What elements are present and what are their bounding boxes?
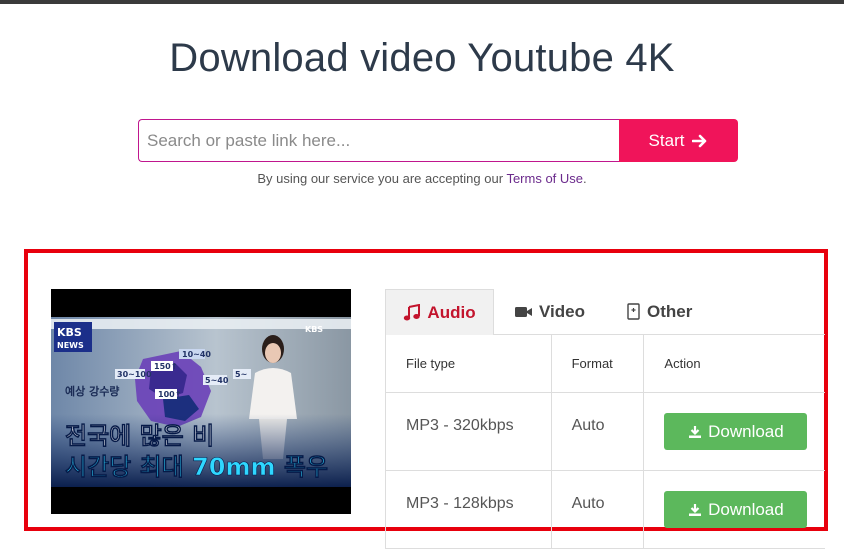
cell-action: Download (644, 471, 825, 548)
search-input[interactable] (138, 119, 619, 162)
map-value-3: 30~100 (117, 370, 152, 379)
download-icon (688, 425, 702, 439)
page-title: Download video Youtube 4K (169, 36, 675, 80)
map-value-2: 150↑ (154, 362, 177, 371)
caption-line-2: 시간당 최대 70mm 폭우 (65, 453, 328, 481)
header-file-type: File type (386, 334, 552, 392)
music-note-icon (403, 303, 421, 322)
tab-other-label: Other (647, 302, 693, 321)
terms-notice: By using our service you are accepting o… (0, 171, 844, 186)
tab-audio-label: Audio (427, 302, 476, 322)
video-camera-icon (515, 305, 533, 319)
top-bar (0, 0, 844, 4)
map-label: 예상 강수량 (65, 384, 119, 398)
header-action: Action (664, 355, 701, 371)
map-value-1: 10~40 (182, 350, 211, 359)
arrow-right-icon (692, 134, 708, 148)
kbs-news-text: NEWS (57, 341, 84, 350)
download-button-label: Download (708, 421, 784, 441)
map-value-5: 100↑ (158, 390, 181, 399)
cell-format: Auto (552, 393, 645, 470)
table-row: MP3 - 320kbps Auto Download (386, 393, 825, 471)
download-button[interactable]: Download (664, 413, 808, 450)
kbs-corner-logo: KBS (305, 325, 323, 334)
cell-action: Download (644, 393, 825, 470)
download-button[interactable]: Download (664, 491, 808, 528)
file-icon (627, 303, 641, 321)
cell-file-type: MP3 - 320kbps (386, 393, 552, 470)
header-format: Format (552, 334, 645, 392)
tab-video-label: Video (539, 302, 585, 321)
search-bar: Start (138, 119, 738, 162)
table-header-row: File type Format Action (386, 334, 825, 393)
download-button-label: Download (708, 499, 784, 519)
table-row: MP3 - 128kbps Auto Download (386, 471, 825, 549)
tab-video[interactable]: Video (515, 289, 585, 335)
cell-format: Auto (552, 471, 645, 548)
tab-other[interactable]: Other (627, 289, 692, 335)
terms-suffix: . (583, 171, 587, 186)
terms-prefix: By using our service you are accepting o… (257, 171, 504, 186)
caption-line-1: 전국에 많은 비 (65, 422, 214, 450)
start-button-label: Start (648, 130, 685, 150)
tab-audio[interactable]: Audio (385, 289, 494, 335)
video-thumbnail[interactable]: 10~40 150↑ 30~100 5~40 100↑ 5~ 예상 강수량 KB… (51, 289, 351, 514)
format-tabs: Audio Video Other (385, 289, 825, 335)
terms-of-use-link[interactable]: Terms of Use (506, 171, 583, 186)
start-button[interactable]: Start (619, 119, 738, 162)
download-table: File type Format Action MP3 - 320kbps Au… (385, 334, 825, 549)
map-value-4: 5~40 (205, 376, 229, 385)
kbs-logo-text: KBS (57, 326, 82, 339)
cell-file-type: MP3 - 128kbps (386, 471, 552, 548)
download-icon (688, 503, 702, 517)
map-value-6: 5~ (235, 370, 247, 379)
